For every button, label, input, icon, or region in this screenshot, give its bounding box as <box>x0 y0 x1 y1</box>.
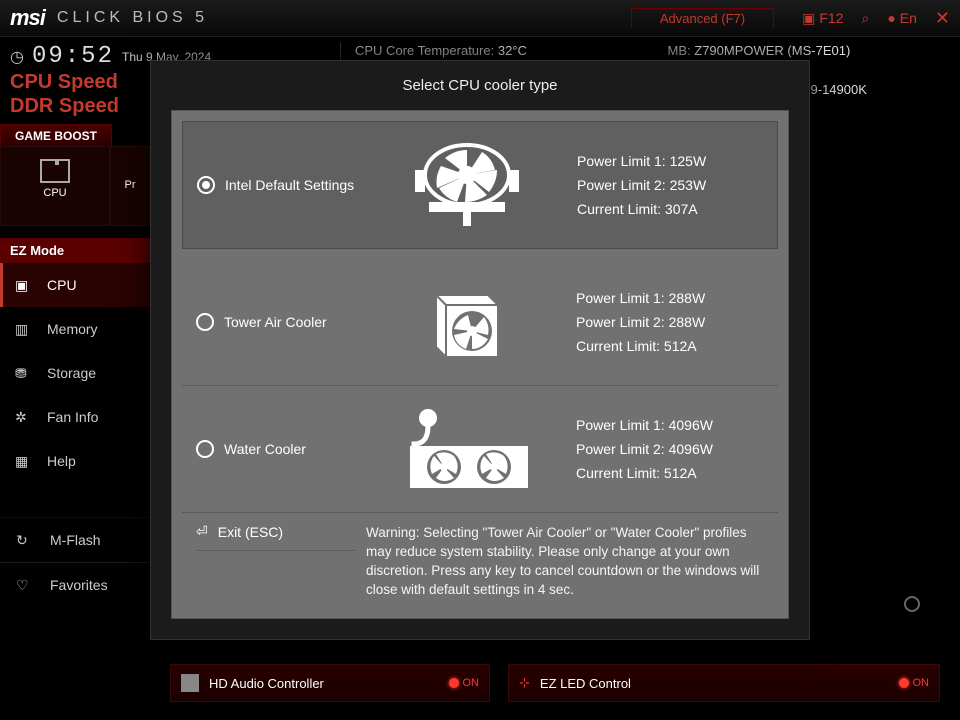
cooler-type-modal: Select CPU cooler type Intel Default Set… <box>150 60 810 640</box>
radio-unselected-icon <box>196 440 214 458</box>
help-icon: ▦ <box>15 453 35 469</box>
fan-icon: ✲ <box>15 409 35 425</box>
ez-mode-header: EZ Mode <box>0 238 150 263</box>
search-button[interactable]: ⌕ <box>861 10 869 27</box>
led-on-indicator[interactable]: ON <box>899 677 930 689</box>
sidebar-item-favorites[interactable]: ♡ Favorites <box>0 562 150 607</box>
hd-audio-panel[interactable]: HD Audio Controller ON <box>170 664 490 702</box>
radio-unselected-icon <box>196 313 214 331</box>
audio-icon <box>181 674 199 692</box>
exit-button[interactable]: ⏎ Exit (ESC) <box>196 523 356 551</box>
game-boost-tab[interactable]: GAME BOOST <box>0 124 112 148</box>
product-name: CLICK BIOS 5 <box>57 9 208 27</box>
option-tower-air[interactable]: Tower Air Cooler Power Limit 1: 288W Pow… <box>182 259 778 386</box>
option-intel-default[interactable]: Intel Default Settings Power Limit 1: 12… <box>182 121 778 249</box>
memory-icon: ▥ <box>15 321 35 337</box>
advanced-mode-tab[interactable]: Advanced (F7) <box>631 8 774 28</box>
top-bar: msi CLICK BIOS 5 Advanced (F7) ▣ F12 ⌕ ●… <box>0 0 960 36</box>
sidebar: EZ Mode ▣ CPU ▥ Memory ⛃ Storage ✲ Fan I… <box>0 146 150 720</box>
led-icon: ⊹ <box>519 675 530 691</box>
sidebar-item-mflash[interactable]: ↻ M-Flash <box>0 517 150 562</box>
sidebar-item-memory[interactable]: ▥ Memory <box>0 307 150 351</box>
language-button[interactable]: ● En <box>887 10 917 26</box>
tower-cooler-icon <box>396 277 536 367</box>
sidebar-item-help[interactable]: ▦ Help <box>0 439 150 483</box>
warning-text: Warning: Selecting "Tower Air Cooler" or… <box>366 523 764 599</box>
exit-icon: ⏎ <box>196 523 208 540</box>
heart-icon: ♡ <box>16 577 36 593</box>
option-water-cooler[interactable]: Water Cooler Power Limit 1: 4096W Power … <box>182 386 778 513</box>
stock-cooler-icon <box>397 140 537 230</box>
globe-icon: ● <box>887 10 895 26</box>
camera-icon: ▣ <box>802 10 815 27</box>
sidebar-item-storage[interactable]: ⛃ Storage <box>0 351 150 395</box>
clock-time: 09:52 <box>32 43 114 70</box>
water-cooler-icon <box>396 404 536 494</box>
flash-icon: ↻ <box>16 532 36 548</box>
search-icon: ⌕ <box>861 10 869 27</box>
favorites-toggle-off[interactable] <box>904 596 920 612</box>
clock-icon: ◷ <box>10 47 24 67</box>
close-button[interactable]: ✕ <box>935 8 950 29</box>
brand-logo: msi <box>10 5 45 31</box>
radio-selected-icon <box>197 176 215 194</box>
modal-title: Select CPU cooler type <box>151 61 809 110</box>
sidebar-item-cpu[interactable]: ▣ CPU <box>0 263 150 307</box>
ez-led-panel[interactable]: ⊹ EZ LED Control ON <box>508 664 940 702</box>
storage-icon: ⛃ <box>15 365 35 381</box>
sidebar-item-fan-info[interactable]: ✲ Fan Info <box>0 395 150 439</box>
audio-on-indicator[interactable]: ON <box>449 677 480 689</box>
cpu-icon: ▣ <box>15 277 35 293</box>
screenshot-button[interactable]: ▣ F12 <box>802 10 843 27</box>
